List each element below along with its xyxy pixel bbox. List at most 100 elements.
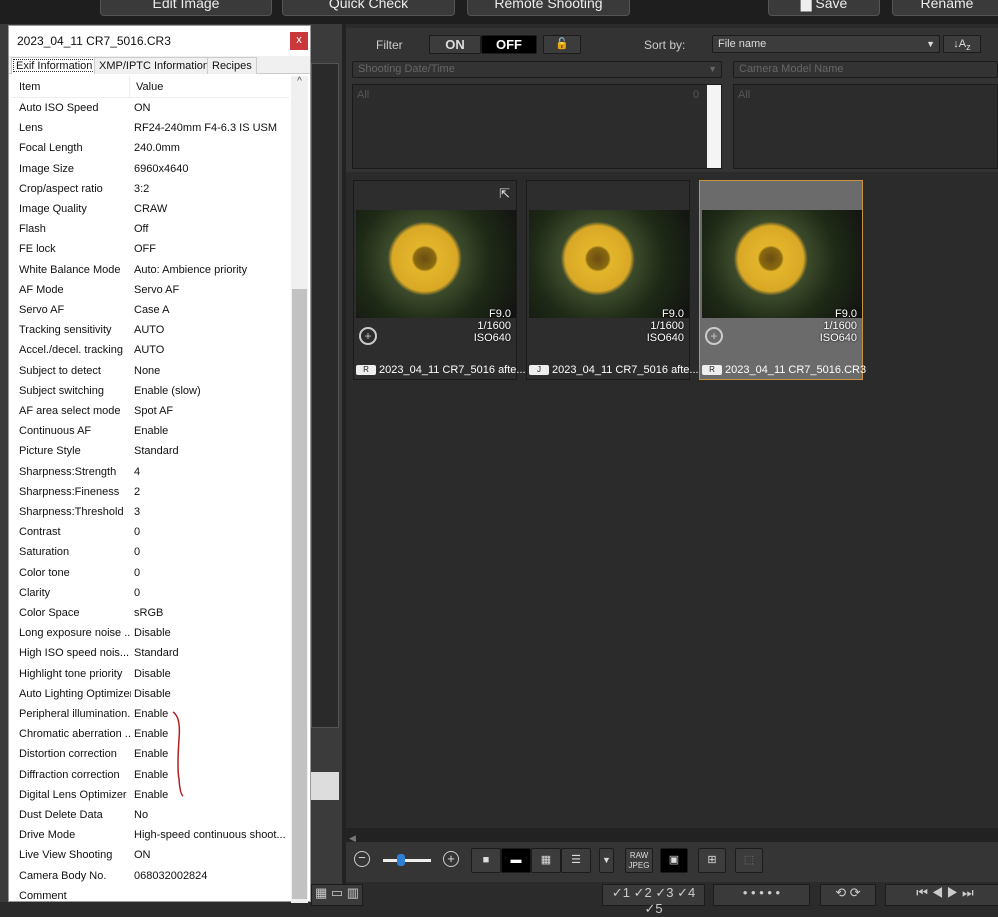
zoom-slider[interactable] <box>383 859 431 862</box>
raw-jpeg-button[interactable]: RAW JPEG <box>625 848 653 873</box>
navigation-buttons[interactable]: ⏮ ◀ ▶ ⏭ <box>885 884 998 906</box>
exif-row[interactable]: Crop/aspect ratio 3:2 <box>19 179 289 199</box>
exif-row[interactable]: Focal Length 240.0mm <box>19 138 289 158</box>
save-button[interactable]: ▆ Save <box>768 0 880 16</box>
quick-check-button[interactable]: Quick Check <box>282 0 455 16</box>
exif-row[interactable]: Subject switching Enable (slow) <box>19 381 289 401</box>
exif-row[interactable]: Continuous AF Enable <box>19 421 289 441</box>
exif-row[interactable]: AF Mode Servo AF <box>19 280 289 300</box>
check-1[interactable]: ✓1 <box>612 885 630 900</box>
exif-row[interactable]: Drive Mode High-speed continuous shoot... <box>19 825 289 845</box>
rename-button[interactable]: Rename <box>892 0 998 16</box>
edit-image-button[interactable]: Edit Image <box>100 0 272 16</box>
view-dropdown-button[interactable]: ▼ <box>599 848 614 873</box>
exif-row[interactable]: Live View Shooting ON <box>19 845 289 865</box>
tab-exif[interactable]: Exif Information <box>11 57 98 74</box>
date-list-scrollbar[interactable] <box>707 85 721 168</box>
dotted-grid-button[interactable]: ⬚ <box>735 848 763 873</box>
exif-row[interactable]: Digital Lens Optimizer Enable <box>19 785 289 805</box>
filmstrip-button[interactable]: ▣ <box>660 848 688 873</box>
exif-row[interactable]: Image Size 6960x4640 <box>19 159 289 179</box>
view-thumbnail-info-button[interactable]: ▬ <box>501 848 531 873</box>
exif-item: Continuous AF <box>19 425 92 438</box>
exif-row[interactable]: Diffraction correction Enable <box>19 765 289 785</box>
exif-row[interactable]: Tracking sensitivity AUTO <box>19 320 289 340</box>
close-button[interactable]: x <box>290 32 308 50</box>
exif-row[interactable]: Auto Lighting Optimizer Disable <box>19 684 289 704</box>
sort-order-button[interactable]: ↓Az <box>943 35 981 53</box>
exif-row[interactable]: Clarity 0 <box>19 583 289 603</box>
thumbnail[interactable]: F9.0 1/1600 ISO640 + R 2023_04_11 CR7_5016.… <box>699 180 866 380</box>
exif-row[interactable]: Color tone 0 <box>19 563 289 583</box>
dialog-scrollbar[interactable]: ^ <box>291 76 308 903</box>
left-panel-item[interactable] <box>311 772 339 800</box>
exif-row[interactable]: White Balance Mode Auto: Ambience priorit… <box>19 260 289 280</box>
tab-xmp-iptc[interactable]: XMP/IPTC Information <box>94 57 215 74</box>
zoom-slider-handle[interactable] <box>397 854 405 866</box>
file-name: J 2023_04_11 CR7_5016 afte... <box>529 364 699 376</box>
scrollbar-thumb[interactable] <box>292 289 307 899</box>
scroll-up-icon[interactable]: ^ <box>291 76 308 87</box>
exif-row[interactable]: FE lock OFF <box>19 239 289 259</box>
exif-row[interactable]: Color Space sRGB <box>19 603 289 623</box>
view-grid-button[interactable]: ▦ <box>531 848 561 873</box>
rotate-buttons[interactable]: ⟲ ⟳ <box>820 884 876 906</box>
exif-item: Live View Shooting <box>19 849 113 862</box>
check-4[interactable]: ✓4 <box>677 885 695 900</box>
exif-row[interactable]: Image Quality CRAW <box>19 199 289 219</box>
exif-row[interactable]: Dust Delete Data No <box>19 805 289 825</box>
exif-row[interactable]: Picture Style Standard <box>19 441 289 461</box>
exif-value: 0 <box>134 586 141 599</box>
filter-off-button[interactable]: OFF <box>481 35 537 54</box>
camera-list-all[interactable]: All <box>738 89 750 101</box>
exif-row[interactable]: Sharpness:Fineness 2 <box>19 482 289 502</box>
camera-filter-select[interactable]: Camera Model Name <box>733 61 998 78</box>
exif-row[interactable]: Contrast 0 <box>19 522 289 542</box>
exif-row[interactable]: Distortion correction Enable <box>19 744 289 764</box>
exif-item: Color Space <box>19 607 80 619</box>
tab-recipes[interactable]: Recipes <box>207 57 257 74</box>
exif-row[interactable]: Subject to detect None <box>19 361 289 381</box>
exif-row[interactable]: Long exposure noise ... Disable <box>19 623 289 643</box>
thumbnail[interactable]: F9.0 1/1600 ISO640 J 2023_04_11 CR7_5016 af… <box>526 180 699 380</box>
exif-item: Highlight tone priority <box>19 667 123 680</box>
remote-shooting-button[interactable]: Remote Shooting <box>467 0 630 16</box>
check-5[interactable]: ✓5 <box>644 901 662 916</box>
zoom-in-icon[interactable]: + <box>443 851 459 867</box>
exif-row[interactable]: Highlight tone priority Disable <box>19 664 289 684</box>
view-list-button[interactable]: ☰ <box>561 848 591 873</box>
exif-row[interactable]: Saturation 0 <box>19 542 289 562</box>
exif-row[interactable]: Accel./decel. tracking AUTO <box>19 340 289 360</box>
zoom-out-icon[interactable]: − <box>354 851 370 867</box>
horizontal-scrollbar[interactable]: ◀ <box>346 828 998 843</box>
exif-row[interactable]: Comment <box>19 886 289 906</box>
rating-dots[interactable]: • • • • • <box>713 884 810 906</box>
exif-row[interactable]: Servo AF Case A <box>19 300 289 320</box>
exif-row[interactable]: Lens RF24-240mm F4-6.3 IS USM <box>19 118 289 138</box>
check-2[interactable]: ✓2 <box>634 885 652 900</box>
layout-buttons[interactable]: ▦ ▭ ▥ <box>311 884 363 906</box>
filter-on-button[interactable]: ON <box>429 35 481 54</box>
thumbnail[interactable]: ⇱ F9.0 1/1600 ISO640 + R 2023_04_11 CR7_501… <box>353 180 526 380</box>
column-item[interactable]: Item <box>19 76 40 98</box>
compare-grid-button[interactable]: ⊞ <box>698 848 726 873</box>
view-large-button[interactable]: ■ <box>471 848 501 873</box>
save-label: Save <box>815 0 848 11</box>
check-3[interactable]: ✓3 <box>655 885 673 900</box>
column-value[interactable]: Value <box>129 76 163 98</box>
date-filter-select[interactable]: Shooting Date/Time ▼ <box>352 61 722 78</box>
exif-row[interactable]: AF area select mode Spot AF <box>19 401 289 421</box>
chevron-down-icon: ▼ <box>708 64 717 74</box>
exif-row[interactable]: High ISO speed nois... Standard <box>19 643 289 663</box>
rating-dots-icon: • • • • • <box>742 885 781 900</box>
sort-select[interactable]: File name ▼ <box>712 35 940 53</box>
lock-button[interactable]: 🔓 <box>543 35 581 54</box>
exif-row[interactable]: Sharpness:Threshold 3 <box>19 502 289 522</box>
exif-row[interactable]: Sharpness:Strength 4 <box>19 462 289 482</box>
exif-row[interactable]: Peripheral illumination... Enable <box>19 704 289 724</box>
exif-row[interactable]: Chromatic aberration ... Enable <box>19 724 289 744</box>
date-list-all[interactable]: All <box>357 89 369 101</box>
exif-row[interactable]: Camera Body No. 068032002824 <box>19 866 289 886</box>
exif-row[interactable]: Flash Off <box>19 219 289 239</box>
exif-row[interactable]: Auto ISO Speed ON <box>19 98 289 118</box>
